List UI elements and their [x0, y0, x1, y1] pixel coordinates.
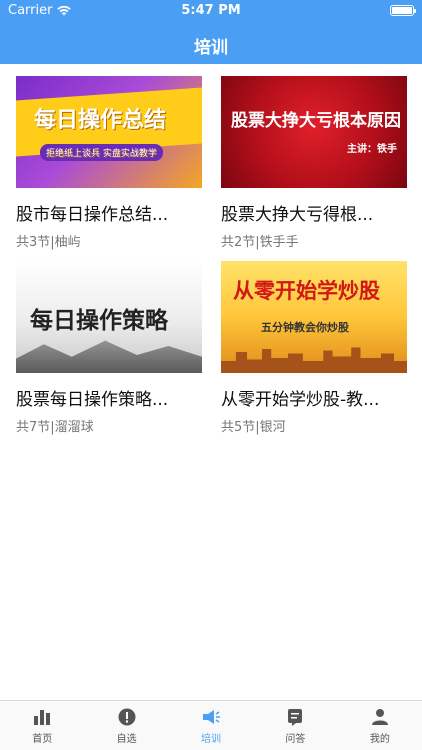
thumbnail-title: 每日操作总结	[34, 108, 167, 133]
course-thumbnail: 股票大挣大亏根本原因 主讲：铁手	[221, 76, 407, 188]
course-title: 股市每日操作总结...	[16, 205, 169, 225]
tab-label: 首页	[32, 733, 53, 745]
course-card[interactable]: 从零开始学炒股 五分钟教会你炒股 从零开始学炒股-教... 共5节|银河	[221, 261, 407, 435]
thumbnail-title: 从零开始学炒股	[233, 279, 380, 303]
course-meta: 共2节|铁手手	[221, 235, 299, 250]
page-title: 培训	[194, 38, 228, 58]
info-icon	[118, 708, 136, 725]
course-card[interactable]: 股票大挣大亏根本原因 主讲：铁手 股票大挣大亏得根... 共2节|铁手手	[221, 76, 407, 250]
tab-profile[interactable]: 我的	[338, 701, 422, 750]
thumbnail-title: 每日操作策略	[30, 307, 168, 334]
tab-bar: 首页 自选 培训 问答 我的	[0, 700, 422, 750]
course-card[interactable]: 每日操作策略 股票每日操作策略... 共7节|溜溜球	[16, 261, 202, 435]
thumbnail-subtitle: 主讲：铁手	[347, 144, 397, 155]
thumbnail-title: 股票大挣大亏根本原因	[231, 111, 401, 131]
tab-label: 问答	[285, 733, 306, 745]
tab-label: 我的	[369, 733, 390, 745]
megaphone-icon	[203, 709, 221, 724]
course-title: 股票每日操作策略...	[16, 390, 169, 410]
bar-chart-icon	[34, 709, 51, 725]
thumbnail-subtitle: 五分钟教会你炒股	[261, 321, 349, 334]
top-bar: Carrier 5:47 PM 培训	[0, 0, 422, 64]
course-thumbnail: 每日操作总结 拒绝纸上谈兵 实盘实战教学	[16, 76, 202, 188]
tab-home[interactable]: 首页	[0, 701, 84, 750]
status-bar: Carrier 5:47 PM	[0, 0, 422, 22]
thumbnail-subtitle: 拒绝纸上谈兵 实盘实战教学	[40, 144, 163, 161]
course-thumbnail: 每日操作策略	[16, 261, 202, 373]
course-card[interactable]: 每日操作总结 拒绝纸上谈兵 实盘实战教学 股市每日操作总结... 共3节|柚屿	[16, 76, 202, 250]
course-grid: 每日操作总结 拒绝纸上谈兵 实盘实战教学 股市每日操作总结... 共3节|柚屿 …	[0, 64, 422, 700]
course-thumbnail: 从零开始学炒股 五分钟教会你炒股	[221, 261, 407, 373]
course-meta: 共7节|溜溜球	[16, 420, 94, 435]
person-icon	[371, 708, 388, 725]
tab-qa[interactable]: 问答	[253, 701, 337, 750]
tab-training[interactable]: 培训	[169, 701, 253, 750]
chat-icon	[288, 708, 303, 726]
tab-watchlist[interactable]: 自选	[84, 701, 168, 750]
course-meta: 共3节|柚屿	[16, 235, 81, 250]
course-meta: 共5节|银河	[221, 420, 286, 435]
battery-icon	[390, 5, 416, 16]
course-title: 从零开始学炒股-教...	[221, 390, 380, 410]
tab-label: 培训	[201, 733, 222, 745]
tab-label: 自选	[116, 733, 137, 745]
clock: 5:47 PM	[181, 3, 241, 18]
course-title: 股票大挣大亏得根...	[221, 205, 374, 225]
